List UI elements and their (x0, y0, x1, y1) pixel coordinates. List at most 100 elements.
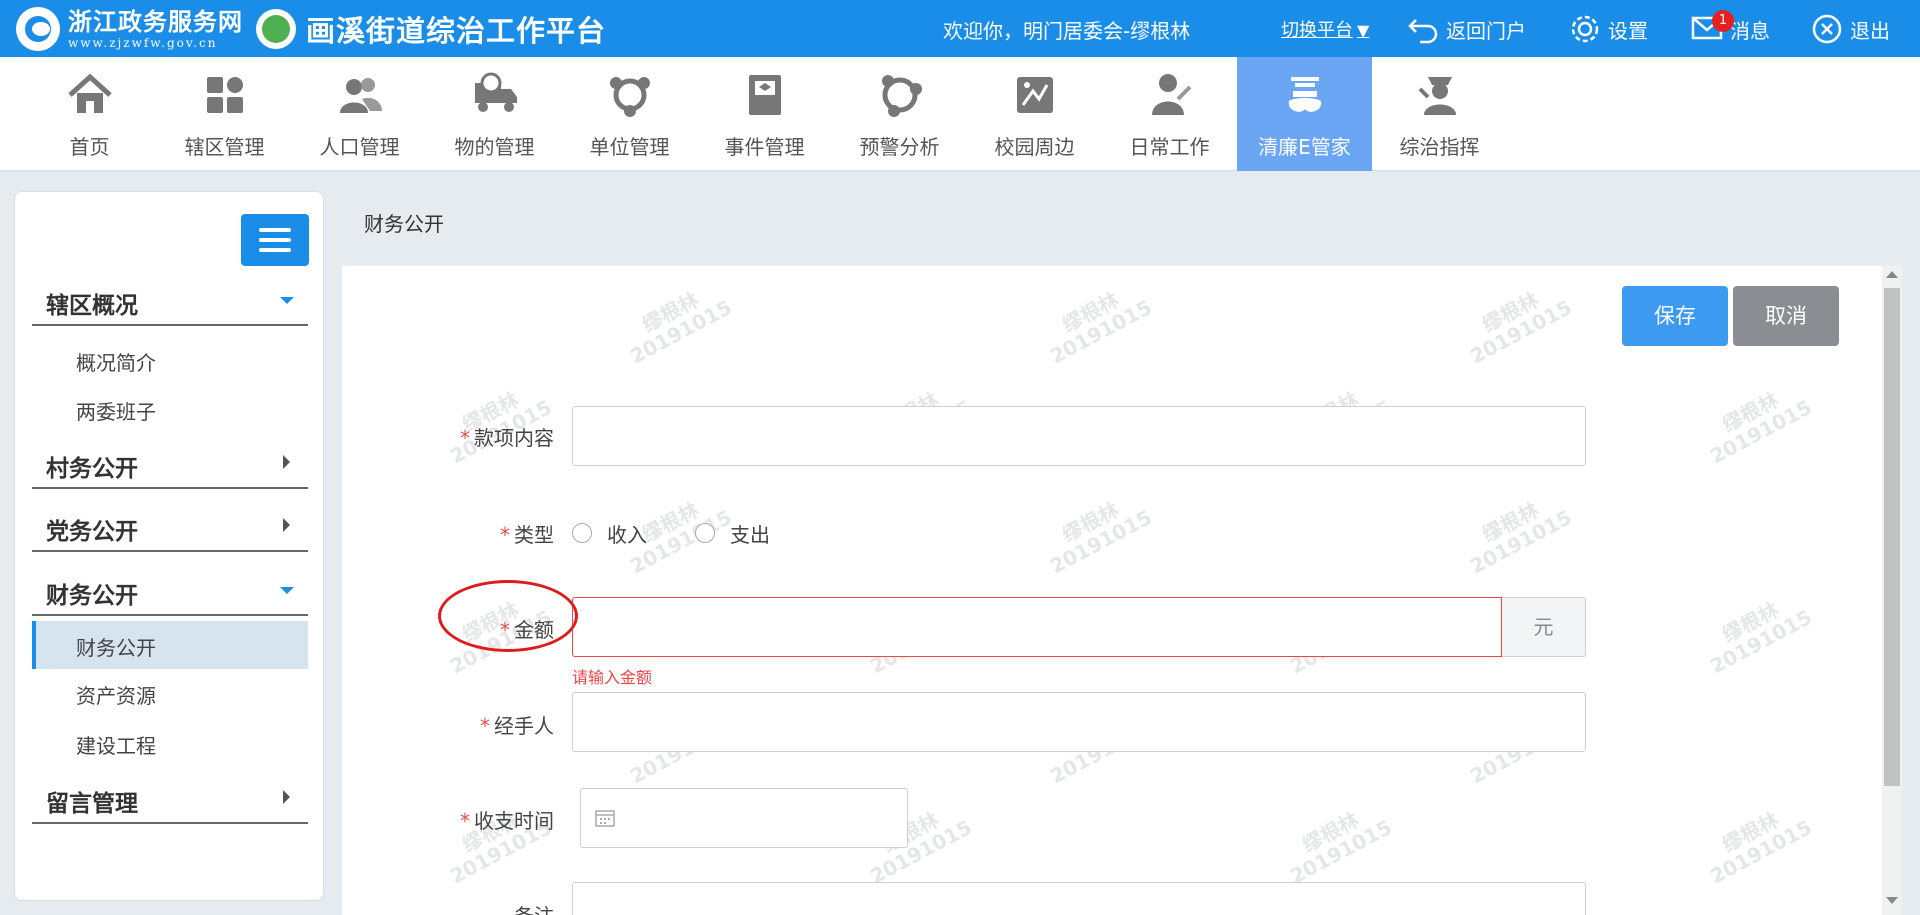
clean-icon (1288, 77, 1321, 112)
chevron-down-icon: ▼ (1357, 21, 1370, 40)
nav-label: 预警分析 (859, 135, 940, 159)
sidebar-section-finance[interactable]: 财务公开 (32, 564, 308, 616)
save-button[interactable]: 保存 (1622, 286, 1728, 346)
handler-input[interactable] (572, 692, 1586, 752)
sidebar-item-label: 财务公开 (76, 636, 156, 660)
time-picker-input[interactable] (580, 788, 908, 848)
return-portal-button[interactable]: 返回门户 (1406, 9, 1526, 49)
scrollbar-thumb[interactable] (1884, 288, 1900, 786)
close-circle-icon (1812, 14, 1842, 44)
required-mark: * (460, 809, 470, 833)
sidebar-section-village-affairs[interactable]: 村务公开 (32, 437, 308, 489)
remark-label: 备注 (440, 900, 554, 915)
sidebar-item-label: 两委班子 (76, 400, 156, 424)
sidebar-section-party-affairs[interactable]: 党务公开 (32, 500, 308, 552)
form-panel (342, 266, 1882, 915)
hamburger-icon-line (259, 248, 291, 252)
nav-item-command[interactable]: 综治指挥 (1372, 57, 1507, 171)
time-label: * 收支时间 (440, 805, 554, 834)
required-mark: * (500, 523, 510, 547)
nav-label: 校园周边 (994, 135, 1075, 159)
scroll-down-arrow-icon[interactable] (1886, 897, 1898, 904)
nav-item-area[interactable]: 辖区管理 (157, 57, 292, 171)
message-count-badge: 1 (1712, 9, 1734, 32)
nav-label: 单位管理 (589, 135, 670, 159)
field-label-text: 类型 (514, 523, 554, 547)
nav-item-clean-manager[interactable]: 清廉E管家 (1237, 57, 1372, 171)
police-icon (1418, 77, 1456, 115)
calendar-icon (595, 810, 615, 827)
scroll-up-arrow-icon[interactable] (1886, 271, 1898, 278)
nav-label: 物的管理 (454, 135, 535, 159)
nav-item-warning[interactable]: 预警分析 (832, 57, 967, 171)
sidebar-section-title: 辖区概况 (46, 293, 138, 319)
sidebar-section-title: 留言管理 (46, 791, 138, 817)
platform-title: 画溪街道综治工作平台 (306, 14, 607, 48)
nav-label: 清廉E管家 (1258, 135, 1351, 159)
platform-logo: 画溪街道综治工作平台 (256, 8, 606, 50)
nav-label: 人口管理 (319, 135, 400, 159)
remark-row-clip: 备注 (342, 880, 1882, 915)
sidebar-item-finance-disclosure[interactable]: 财务公开 (32, 621, 308, 669)
amount-error-message: 请输入金额 (572, 668, 653, 687)
messages-label: 消息 (1730, 18, 1770, 43)
cancel-button[interactable]: 取消 (1733, 286, 1839, 346)
nav-item-events[interactable]: 事件管理 (697, 57, 832, 171)
hamburger-icon-line (259, 238, 291, 242)
nav-item-things[interactable]: 物的管理 (427, 57, 562, 171)
nav-item-home[interactable]: 首页 (22, 57, 157, 171)
sidebar-item-overview[interactable]: 概况简介 (32, 336, 308, 384)
sidebar-section-area-overview[interactable]: 辖区概况 (32, 274, 308, 326)
switch-platform-label: 切换平台 (1281, 20, 1353, 41)
unit-icon (609, 77, 650, 117)
type-income-label[interactable]: 收入 (607, 519, 647, 548)
nav-item-daily[interactable]: 日常工作 (1102, 57, 1237, 171)
top-header: 浙江政务服务网 www.zjzwfw.gov.cn 画溪街道综治工作平台 欢迎你… (0, 0, 1920, 57)
sidebar-item-assets[interactable]: 资产资源 (32, 669, 308, 717)
amount-unit: 元 (1502, 597, 1586, 657)
truck-icon (474, 72, 517, 112)
switch-platform-button[interactable]: 切换平台 ▼ (1281, 16, 1369, 42)
nav-item-population[interactable]: 人口管理 (292, 57, 427, 171)
menu-toggle-button[interactable] (241, 214, 309, 266)
caret-right-icon (283, 790, 290, 804)
return-icon (1408, 19, 1438, 44)
type-income-radio[interactable] (572, 523, 592, 543)
sidebar-item-committee[interactable]: 两委班子 (32, 385, 308, 433)
platform-badge-icon (256, 9, 296, 49)
sidebar-item-construction[interactable]: 建设工程 (32, 719, 308, 767)
remark-input[interactable] (572, 882, 1586, 915)
portal-name: 浙江政务服务网 (68, 7, 243, 36)
settings-button[interactable]: 设置 (1568, 9, 1648, 49)
amount-input[interactable] (572, 597, 1502, 657)
campus-icon (1016, 77, 1053, 113)
sidebar: 辖区概况 概况简介 两委班子 村务公开 党务公开 财务公开 财务公开 资产资源 … (14, 191, 324, 901)
sidebar-section-title: 党务公开 (46, 519, 138, 545)
field-label-text: 款项内容 (474, 426, 554, 450)
portal-emblem-icon (16, 7, 60, 51)
item-content-label: * 款项内容 (440, 422, 554, 451)
sidebar-section-messages[interactable]: 留言管理 (32, 772, 308, 824)
type-label: * 类型 (440, 519, 554, 548)
gear-icon (1571, 15, 1599, 43)
field-label-text: 经手人 (494, 714, 554, 738)
return-portal-label: 返回门户 (1446, 18, 1526, 43)
sidebar-item-label: 资产资源 (76, 684, 156, 708)
mail-wrapper: 1 (1690, 9, 1734, 49)
nav-item-campus[interactable]: 校园周边 (967, 57, 1102, 171)
nav-label: 日常工作 (1129, 135, 1210, 159)
settings-label: 设置 (1608, 18, 1648, 43)
nav-item-unit[interactable]: 单位管理 (562, 57, 697, 171)
logout-button[interactable]: 退出 (1810, 9, 1890, 49)
messages-button[interactable]: 1 消息 (1690, 9, 1770, 49)
item-content-input[interactable] (572, 406, 1586, 466)
type-expense-label[interactable]: 支出 (730, 519, 770, 548)
caret-right-icon (283, 455, 290, 469)
type-expense-radio[interactable] (695, 523, 715, 543)
field-label-text: 收支时间 (474, 809, 554, 833)
breadcrumb: 财务公开 (364, 212, 444, 236)
sidebar-item-label: 建设工程 (76, 734, 156, 758)
welcome-text: 欢迎你，明门居委会-缪根林 (943, 19, 1191, 43)
worker-icon (1151, 74, 1191, 115)
portal-logo[interactable]: 浙江政务服务网 www.zjzwfw.gov.cn (16, 6, 243, 52)
